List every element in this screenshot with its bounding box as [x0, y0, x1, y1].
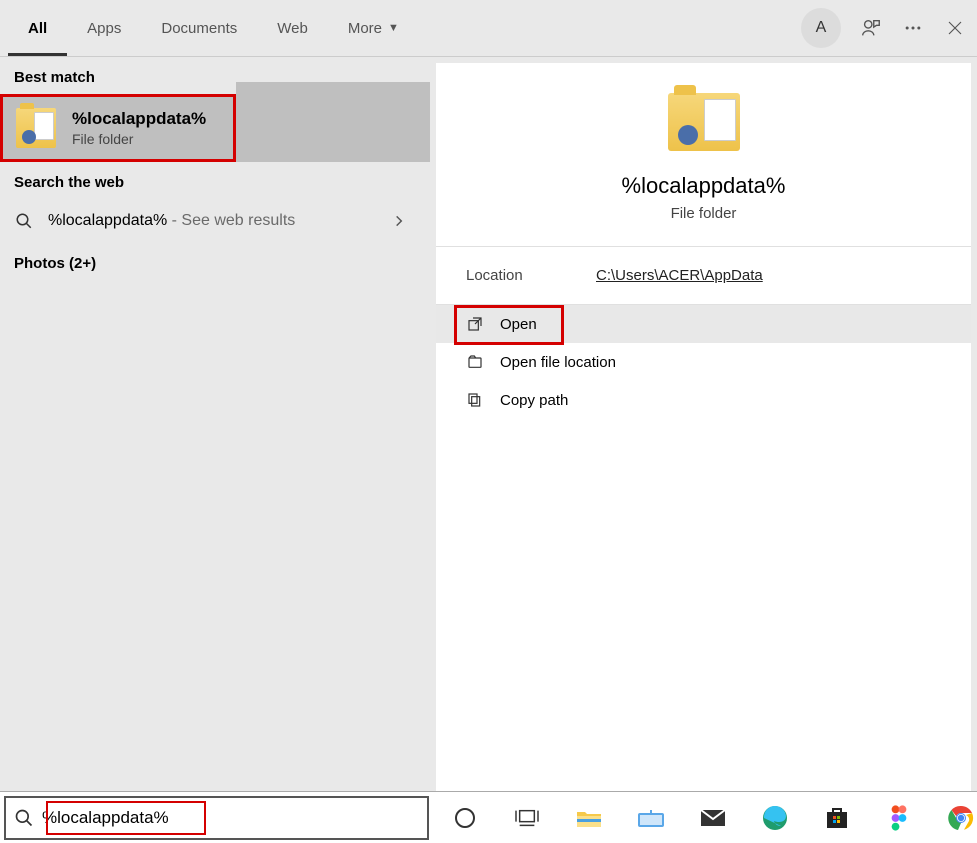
location-value[interactable]: C:\Users\ACER\AppData	[596, 267, 763, 284]
preview-subtitle: File folder	[671, 205, 737, 222]
store-icon[interactable]	[821, 802, 853, 834]
tab-all[interactable]: All	[8, 0, 67, 56]
action-open-location-label: Open file location	[500, 354, 616, 371]
tab-apps[interactable]: Apps	[67, 0, 141, 56]
photos-section-label[interactable]: Photos (2+)	[0, 243, 430, 284]
open-icon	[466, 315, 484, 333]
header-right: A	[801, 0, 967, 56]
search-icon	[12, 808, 36, 828]
tab-more[interactable]: More ▼	[328, 0, 419, 56]
search-web-label: Search the web	[0, 162, 430, 199]
taskbar-apps	[449, 802, 977, 834]
best-match-title: %localappdata%	[72, 109, 206, 129]
tab-documents[interactable]: Documents	[141, 0, 257, 56]
taskbar-search[interactable]	[4, 796, 429, 840]
figma-icon[interactable]	[883, 802, 915, 834]
location-label: Location	[466, 267, 596, 284]
preview-pane: %localappdata% File folder Location C:\U…	[436, 63, 971, 791]
more-options-icon[interactable]	[901, 16, 925, 40]
best-match-text: %localappdata% File folder	[72, 109, 206, 147]
action-open[interactable]: Open	[436, 305, 971, 343]
search-header: All Apps Documents Web More ▼ A	[0, 0, 977, 57]
chevron-down-icon: ▼	[388, 22, 399, 34]
preview-title: %localappdata%	[622, 173, 786, 199]
edge-icon[interactable]	[759, 802, 791, 834]
folder-location-icon	[466, 353, 484, 371]
keyboard-icon[interactable]	[635, 802, 667, 834]
action-copy-path[interactable]: Copy path	[436, 381, 971, 419]
search-icon	[14, 211, 34, 231]
action-copy-path-label: Copy path	[500, 392, 568, 409]
folder-icon-large	[668, 93, 740, 151]
web-search-text: %localappdata% - See web results	[48, 212, 378, 230]
action-open-location[interactable]: Open file location	[436, 343, 971, 381]
tab-web[interactable]: Web	[257, 0, 328, 56]
selected-row-fill	[236, 82, 430, 162]
copy-icon	[466, 391, 484, 409]
scope-tabs: All Apps Documents Web More ▼	[8, 0, 419, 56]
feedback-icon[interactable]	[859, 16, 883, 40]
folder-icon	[16, 108, 56, 148]
web-search-result[interactable]: %localappdata% - See web results	[0, 199, 430, 243]
preview-header: %localappdata% File folder	[436, 63, 971, 247]
best-match-subtitle: File folder	[72, 131, 206, 147]
chrome-icon[interactable]	[945, 802, 977, 834]
best-match-result[interactable]: %localappdata% File folder	[0, 94, 236, 162]
action-open-label: Open	[500, 316, 537, 333]
user-avatar[interactable]: A	[801, 8, 841, 48]
cortana-icon[interactable]	[449, 802, 481, 834]
task-view-icon[interactable]	[511, 802, 543, 834]
chevron-right-icon	[392, 214, 406, 228]
results-pane: Best match %localappdata% File folder Se…	[0, 57, 430, 791]
taskbar	[0, 791, 977, 843]
main-area: Best match %localappdata% File folder Se…	[0, 57, 977, 791]
mail-icon[interactable]	[697, 802, 729, 834]
close-icon[interactable]	[943, 16, 967, 40]
search-input[interactable]	[42, 808, 421, 828]
file-explorer-icon[interactable]	[573, 802, 605, 834]
location-row: Location C:\Users\ACER\AppData	[436, 247, 971, 305]
